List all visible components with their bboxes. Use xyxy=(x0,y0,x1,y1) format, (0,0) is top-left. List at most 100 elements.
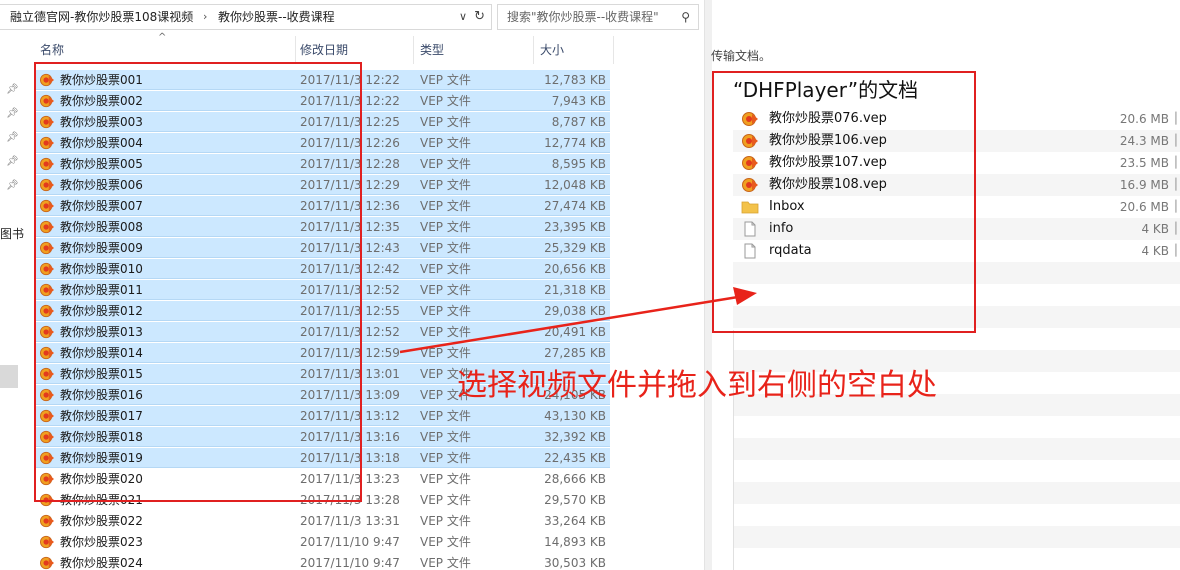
file-type: VEP 文件 xyxy=(420,430,471,444)
file-size: 28,666 KB xyxy=(544,472,606,486)
file-name: 教你炒股票023 xyxy=(60,535,143,549)
file-size: 22,435 KB xyxy=(544,451,606,465)
refresh-icon[interactable]: ↻ xyxy=(474,5,485,29)
file-row[interactable]: 教你炒股票022 2017/11/3 13:31 VEP 文件 33,264 KB xyxy=(34,511,610,531)
scrollbar[interactable] xyxy=(704,0,712,570)
empty-drop-row[interactable] xyxy=(733,526,1180,548)
truncated-column-icon: ▏ xyxy=(1175,178,1180,191)
file-name: 教你炒股票024 xyxy=(60,556,143,570)
search-icon[interactable]: ⚲ xyxy=(681,5,690,29)
search-input[interactable]: 搜索"教你炒股票--收费课程" ⚲ xyxy=(497,4,699,30)
truncated-column-icon: ▏ xyxy=(1175,156,1180,169)
file-type: VEP 文件 xyxy=(420,514,471,528)
file-date: 2017/11/3 13:31 xyxy=(300,514,400,528)
file-date: 2017/11/10 9:47 xyxy=(300,556,400,570)
pin-icon[interactable]: 📌︎ xyxy=(6,156,19,167)
truncated-column-icon: ▏ xyxy=(1175,200,1180,213)
file-type: VEP 文件 xyxy=(420,262,471,276)
file-size: 30,503 KB xyxy=(544,556,606,570)
file-type: VEP 文件 xyxy=(420,493,471,507)
vep-file-icon xyxy=(39,556,55,570)
breadcrumb-separator-icon: › xyxy=(203,10,208,23)
pin-icon[interactable]: 📌︎ xyxy=(6,132,19,143)
file-size: 7,943 KB xyxy=(551,94,606,108)
nav-item-books[interactable]: 图书 xyxy=(0,225,24,242)
file-size: 33,264 KB xyxy=(544,514,606,528)
empty-drop-row[interactable] xyxy=(733,438,1180,460)
nav-selected-item[interactable] xyxy=(0,365,18,388)
address-bar[interactable]: 融立德官网-教你炒股票108课视频 › 教你炒股票--收费课程 ∨ ↻ xyxy=(0,4,492,30)
file-size: 32,392 KB xyxy=(544,430,606,444)
file-size: 29,570 KB xyxy=(544,493,606,507)
file-type: VEP 文件 xyxy=(420,241,471,255)
file-type: VEP 文件 xyxy=(420,556,471,570)
pin-icon[interactable]: 📌︎ xyxy=(6,108,19,119)
file-size: 23,395 KB xyxy=(544,220,606,234)
file-type: VEP 文件 xyxy=(420,94,471,108)
player-file-size: 16.9 MB xyxy=(1119,178,1169,192)
sort-ascending-icon: ^ xyxy=(158,32,167,43)
instruction-annotation: 选择视频文件并拖入到右侧的空白处 xyxy=(457,368,937,403)
column-header-type[interactable]: 类型 xyxy=(420,42,444,58)
file-size: 8,595 KB xyxy=(551,157,606,171)
file-size: 8,787 KB xyxy=(551,115,606,129)
file-size: 27,474 KB xyxy=(544,199,606,213)
file-name: 教你炒股票022 xyxy=(60,514,143,528)
player-file-size: 4 KB xyxy=(1141,222,1169,236)
empty-drop-row[interactable] xyxy=(733,504,1180,526)
file-size: 12,048 KB xyxy=(544,178,606,192)
file-type: VEP 文件 xyxy=(420,220,471,234)
file-type: VEP 文件 xyxy=(420,199,471,213)
player-file-size: 20.6 MB xyxy=(1119,112,1169,126)
file-type: VEP 文件 xyxy=(420,283,471,297)
file-type: VEP 文件 xyxy=(420,73,471,87)
search-placeholder: 搜索"教你炒股票--收费课程" xyxy=(507,10,659,24)
vep-file-icon xyxy=(39,535,55,549)
pin-icon[interactable]: 📌︎ xyxy=(6,180,19,191)
file-size: 20,656 KB xyxy=(544,262,606,276)
file-size: 12,774 KB xyxy=(544,136,606,150)
file-type: VEP 文件 xyxy=(420,409,471,423)
empty-drop-row[interactable] xyxy=(733,460,1180,482)
column-header-name[interactable]: 名称 xyxy=(40,42,64,58)
file-size: 20,491 KB xyxy=(544,325,606,339)
file-size: 21,318 KB xyxy=(544,283,606,297)
drop-target-highlight-box xyxy=(712,71,976,333)
file-size: 43,130 KB xyxy=(544,409,606,423)
file-type: VEP 文件 xyxy=(420,115,471,129)
column-header-size[interactable]: 大小 xyxy=(540,42,564,58)
file-type: VEP 文件 xyxy=(420,136,471,150)
selection-highlight-box xyxy=(34,62,362,502)
vep-file-icon xyxy=(39,514,55,528)
truncated-column-icon: ▏ xyxy=(1175,222,1180,235)
truncated-column-icon: ▏ xyxy=(1175,112,1180,125)
file-date: 2017/11/10 9:47 xyxy=(300,535,400,549)
empty-drop-row[interactable] xyxy=(733,482,1180,504)
file-size: 29,038 KB xyxy=(544,304,606,318)
file-type: VEP 文件 xyxy=(420,178,471,192)
file-type: VEP 文件 xyxy=(420,157,471,171)
file-size: 14,893 KB xyxy=(544,535,606,549)
file-type: VEP 文件 xyxy=(420,304,471,318)
player-file-size: 20.6 MB xyxy=(1119,200,1169,214)
player-file-size: 24.3 MB xyxy=(1119,134,1169,148)
file-type: VEP 文件 xyxy=(420,325,471,339)
truncated-column-icon: ▏ xyxy=(1175,134,1180,147)
pin-icon[interactable]: 📌︎ xyxy=(6,84,19,95)
transfer-hint-text: 传输文档。 xyxy=(711,49,772,63)
file-size: 25,329 KB xyxy=(544,241,606,255)
file-type: VEP 文件 xyxy=(420,472,471,486)
file-type: VEP 文件 xyxy=(420,451,471,465)
file-row[interactable]: 教你炒股票023 2017/11/10 9:47 VEP 文件 14,893 KB xyxy=(34,532,610,552)
empty-drop-row[interactable] xyxy=(733,548,1180,570)
truncated-column-icon: ▏ xyxy=(1175,244,1180,257)
breadcrumb-item-paid-course[interactable]: 教你炒股票--收费课程 xyxy=(218,5,335,29)
chevron-down-icon[interactable]: ∨ xyxy=(459,5,467,29)
player-file-size: 23.5 MB xyxy=(1119,156,1169,170)
empty-drop-row[interactable] xyxy=(733,416,1180,438)
breadcrumb-item-course-root[interactable]: 融立德官网-教你炒股票108课视频 xyxy=(10,5,193,29)
file-row[interactable]: 教你炒股票024 2017/11/10 9:47 VEP 文件 30,503 KB xyxy=(34,553,610,570)
file-size: 12,783 KB xyxy=(544,73,606,87)
file-type: VEP 文件 xyxy=(420,535,471,549)
column-header-date[interactable]: 修改日期 xyxy=(300,42,348,58)
